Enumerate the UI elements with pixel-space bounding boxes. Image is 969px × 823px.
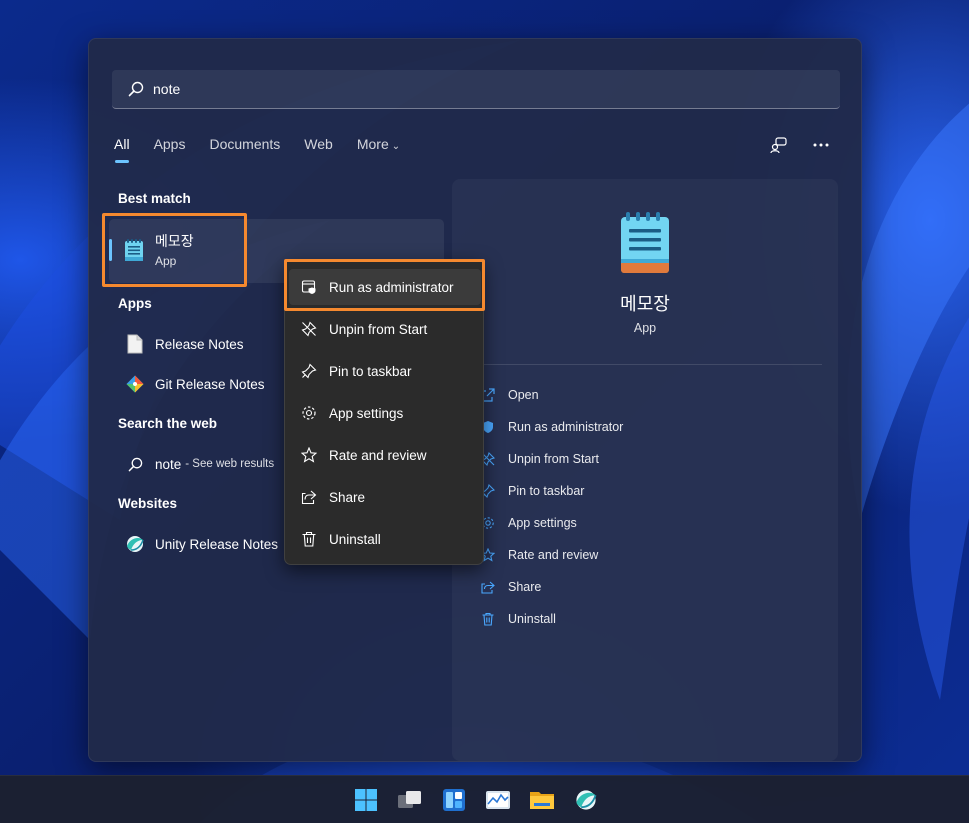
- pin-icon: [300, 362, 318, 380]
- menu-item-label: Rate and review: [329, 447, 427, 463]
- highlight-box-run-as-admin: [284, 259, 485, 311]
- document-icon: [124, 333, 146, 355]
- menu-item-label: Uninstall: [329, 531, 381, 547]
- chevron-down-icon: ⌄: [391, 141, 401, 152]
- git-icon: [124, 373, 146, 395]
- detail-app-type: App: [633, 321, 657, 335]
- tab-label: Web: [304, 136, 333, 152]
- file-explorer-icon[interactable]: [528, 786, 556, 814]
- menu-item-app-settings[interactable]: App settings: [289, 395, 481, 431]
- search-box[interactable]: [112, 70, 840, 109]
- filter-tabs: All Apps Documents Web More ⌄: [114, 136, 424, 163]
- section-search-web: Search the web: [118, 416, 218, 431]
- action-label: Uninstall: [508, 612, 556, 626]
- top-right-actions: [769, 135, 831, 155]
- section-apps: Apps: [118, 296, 152, 311]
- performance-monitor-icon[interactable]: [484, 786, 512, 814]
- action-label: Rate and review: [508, 548, 599, 562]
- trash-icon: [480, 611, 496, 627]
- menu-item-uninstall[interactable]: Uninstall: [289, 521, 481, 557]
- highlight-box-best-match: [102, 213, 247, 287]
- list-item-git-release-notes[interactable]: Git Release Notes: [124, 372, 265, 396]
- action-rate-and-review[interactable]: Rate and review: [480, 545, 598, 565]
- unpin-icon: [300, 320, 318, 338]
- unity-icon: [124, 533, 146, 555]
- list-item-label: Git Release Notes: [155, 376, 265, 392]
- tab-web[interactable]: Web: [304, 136, 333, 160]
- action-open[interactable]: Open: [480, 385, 539, 405]
- share-icon: [300, 488, 318, 506]
- menu-item-label: App settings: [329, 405, 404, 421]
- menu-item-share[interactable]: Share: [289, 479, 481, 515]
- menu-item-unpin-from-start[interactable]: Unpin from Start: [289, 311, 481, 347]
- action-label: Share: [508, 580, 542, 594]
- tab-more[interactable]: More ⌄: [357, 136, 400, 160]
- notepad-icon: [619, 211, 671, 280]
- tab-label: More: [356, 136, 389, 152]
- web-search-query: note: [155, 456, 182, 472]
- web-search-suffix: - See web results: [185, 458, 275, 470]
- action-uninstall[interactable]: Uninstall: [480, 609, 556, 629]
- action-unpin-from-start[interactable]: Unpin from Start: [480, 449, 599, 469]
- tab-documents[interactable]: Documents: [209, 136, 280, 160]
- tab-label: Documents: [209, 136, 281, 152]
- search-icon: [124, 453, 146, 475]
- divider: [476, 364, 822, 365]
- action-label: Open: [508, 388, 539, 402]
- more-options-icon[interactable]: [811, 135, 831, 155]
- tab-label: All: [114, 136, 130, 152]
- menu-item-label: Pin to taskbar: [329, 363, 412, 379]
- search-icon: [127, 80, 145, 98]
- action-run-as-admin[interactable]: Run as administrator: [480, 417, 623, 437]
- action-share[interactable]: Share: [480, 577, 541, 597]
- action-label: Unpin from Start: [508, 452, 600, 466]
- windows-start-icon[interactable]: [352, 786, 380, 814]
- star-icon: [300, 446, 318, 464]
- taskbar: [0, 775, 969, 823]
- action-label: Pin to taskbar: [508, 484, 585, 498]
- unity-hub-icon[interactable]: [572, 786, 600, 814]
- list-item-web-search[interactable]: note - See web results: [124, 452, 274, 476]
- menu-item-label: Share: [329, 489, 366, 505]
- section-websites: Websites: [118, 496, 178, 511]
- menu-item-rate-and-review[interactable]: Rate and review: [289, 437, 481, 473]
- tab-label: Apps: [153, 136, 186, 152]
- gear-icon: [300, 404, 318, 422]
- tab-all[interactable]: All: [114, 136, 130, 163]
- trash-icon: [300, 530, 318, 548]
- app-details-pane: 메모장 App Open Run as administrator Unpin …: [452, 179, 838, 761]
- list-item-release-notes[interactable]: Release Notes: [124, 332, 244, 356]
- search-input[interactable]: [153, 81, 753, 97]
- feedback-icon[interactable]: [769, 135, 789, 155]
- action-app-settings[interactable]: App settings: [480, 513, 577, 533]
- share-icon: [480, 579, 496, 595]
- list-item-label: Unity Release Notes: [155, 536, 279, 552]
- menu-item-pin-to-taskbar[interactable]: Pin to taskbar: [289, 353, 481, 389]
- task-view-icon[interactable]: [396, 786, 424, 814]
- tab-apps[interactable]: Apps: [154, 136, 186, 160]
- action-pin-to-taskbar[interactable]: Pin to taskbar: [480, 481, 584, 501]
- widgets-icon[interactable]: [440, 786, 468, 814]
- list-item-unity-release-notes[interactable]: Unity Release Notes: [124, 532, 278, 556]
- action-label: Run as administrator: [508, 420, 624, 434]
- detail-app-name: 메모장: [620, 294, 670, 314]
- list-item-label: Release Notes: [155, 336, 244, 352]
- menu-item-label: Unpin from Start: [329, 321, 428, 337]
- section-best-match: Best match: [118, 191, 191, 206]
- action-label: App settings: [508, 516, 577, 530]
